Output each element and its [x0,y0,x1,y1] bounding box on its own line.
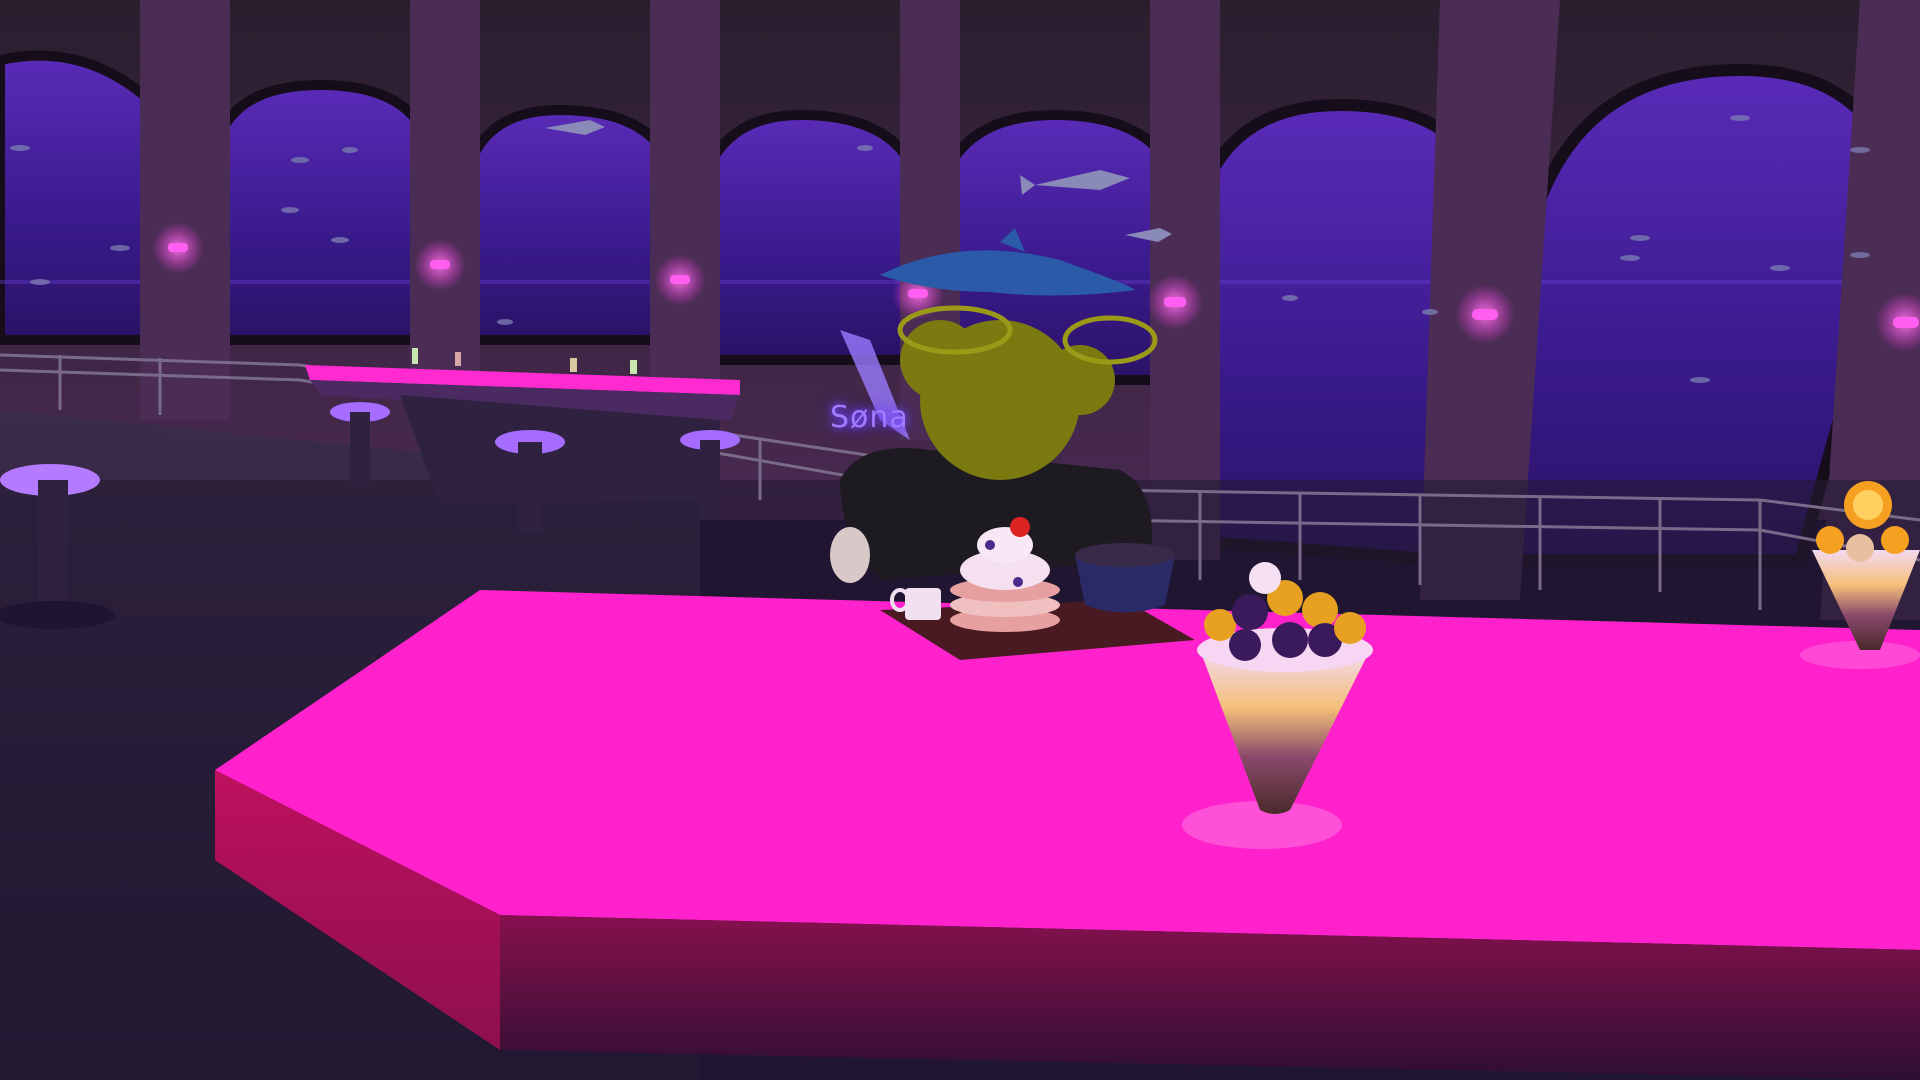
player-nametag: Søna [830,400,909,435]
game-viewport[interactable]: Søna [0,0,1920,1080]
avatar-hand [830,527,870,583]
bar-counter [215,590,1920,1080]
coffee-mug-icon [1075,543,1175,613]
scene-canvas [0,0,1920,1080]
